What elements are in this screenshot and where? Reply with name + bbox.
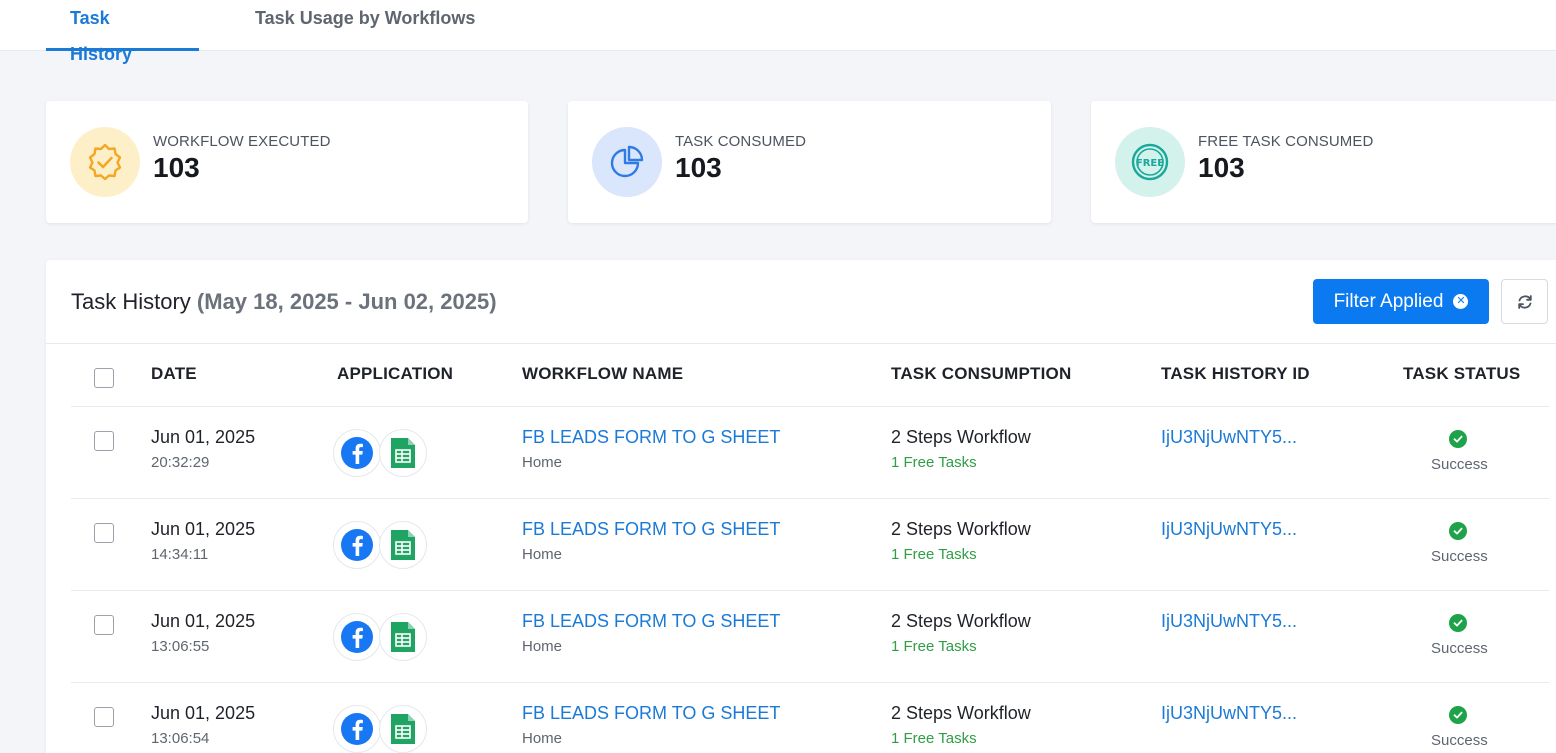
row-date: Jun 01, 2025 <box>151 519 256 539</box>
header-divider <box>46 343 1556 344</box>
google-sheets-icon <box>379 613 427 661</box>
facebook-icon <box>333 613 381 661</box>
workflow-folder: Home <box>522 546 563 563</box>
filter-label: Filter Applied <box>1333 290 1444 312</box>
panel-title: Task History (May 18, 2025 - Jun 02, 202… <box>71 289 497 315</box>
column-header-task-consumption: TASK CONSUMPTION <box>891 364 1072 383</box>
refresh-button[interactable] <box>1501 279 1548 324</box>
row-date: Jun 01, 2025 <box>151 703 256 723</box>
row-time: 13:06:55 <box>151 638 210 655</box>
row-date: Jun 01, 2025 <box>151 611 256 631</box>
workflow-folder: Home <box>522 730 563 747</box>
task-status: Success <box>1431 732 1488 749</box>
stat-value: 103 <box>1198 152 1245 183</box>
free-tasks-count: 1 Free Tasks <box>891 454 977 471</box>
tab-task-history[interactable]: Task History <box>46 0 199 64</box>
row-date: Jun 01, 2025 <box>151 427 256 447</box>
row-checkbox[interactable] <box>94 431 114 451</box>
row-divider <box>71 406 1549 407</box>
task-status: Success <box>1431 456 1488 473</box>
task-history-id-link[interactable]: IjU3NjUwNTY5... <box>1161 703 1297 724</box>
filter-applied-button[interactable]: Filter Applied ✕ <box>1313 279 1489 324</box>
stat-card-workflow-executed: WORKFLOW EXECUTED 103 <box>46 101 528 223</box>
refresh-icon <box>1517 294 1532 309</box>
tab-bar: Task History Task Usage by Workflows <box>0 0 1556 64</box>
column-header-task-status: TASK STATUS <box>1403 364 1521 383</box>
row-time: 14:34:11 <box>151 546 209 563</box>
stat-card-free-task-consumed: FREE FREE TASK CONSUMED 103 <box>1091 101 1556 223</box>
task-history-id-link[interactable]: IjU3NjUwNTY5... <box>1161 611 1297 632</box>
panel-title-text: Task History <box>71 289 191 314</box>
select-all-checkbox[interactable] <box>94 368 114 388</box>
success-check-icon <box>1449 430 1467 448</box>
workflow-name-link[interactable]: FB LEADS FORM TO G SHEET <box>522 427 780 448</box>
workflow-name-link[interactable]: FB LEADS FORM TO G SHEET <box>522 519 780 540</box>
success-check-icon <box>1449 614 1467 632</box>
facebook-icon <box>333 429 381 477</box>
task-history-panel: Task History (May 18, 2025 - Jun 02, 202… <box>46 260 1556 753</box>
free-tasks-count: 1 Free Tasks <box>891 638 977 655</box>
row-time: 13:06:54 <box>151 730 210 747</box>
row-divider <box>71 590 1549 591</box>
task-status: Success <box>1431 640 1488 657</box>
stat-label: FREE TASK CONSUMED <box>1198 133 1374 150</box>
google-sheets-icon <box>379 705 427 753</box>
row-time: 20:32:29 <box>151 454 210 471</box>
stat-label: TASK CONSUMED <box>675 133 807 150</box>
task-history-id-link[interactable]: IjU3NjUwNTY5... <box>1161 519 1297 540</box>
success-check-icon <box>1449 522 1467 540</box>
workflow-name-link[interactable]: FB LEADS FORM TO G SHEET <box>522 611 780 632</box>
free-tasks-count: 1 Free Tasks <box>891 546 977 563</box>
stat-value: 103 <box>675 152 722 183</box>
date-range: (May 18, 2025 - Jun 02, 2025) <box>196 289 497 314</box>
badge-check-icon <box>70 127 140 197</box>
free-icon: FREE <box>1115 127 1185 197</box>
tab-task-usage-by-workflows[interactable]: Task Usage by Workflows <box>231 0 499 51</box>
task-consumption: 2 Steps Workflow <box>891 519 1031 539</box>
task-consumption: 2 Steps Workflow <box>891 703 1031 723</box>
svg-text:FREE: FREE <box>1136 158 1164 169</box>
row-divider <box>71 682 1549 683</box>
facebook-icon <box>333 705 381 753</box>
stat-card-task-consumed: TASK CONSUMED 103 <box>568 101 1051 223</box>
task-consumption: 2 Steps Workflow <box>891 611 1031 631</box>
row-checkbox[interactable] <box>94 707 114 727</box>
google-sheets-icon <box>379 429 427 477</box>
column-header-date: DATE <box>151 364 197 383</box>
pie-chart-icon <box>592 127 662 197</box>
column-header-workflow-name: WORKFLOW NAME <box>522 364 684 383</box>
task-history-id-link[interactable]: IjU3NjUwNTY5... <box>1161 427 1297 448</box>
workflow-folder: Home <box>522 638 563 655</box>
stat-value: 103 <box>153 152 200 183</box>
column-header-application: APPLICATION <box>337 364 454 383</box>
task-status: Success <box>1431 548 1488 565</box>
row-checkbox[interactable] <box>94 615 114 635</box>
facebook-icon <box>333 521 381 569</box>
google-sheets-icon <box>379 521 427 569</box>
clear-filter-icon[interactable]: ✕ <box>1453 294 1469 309</box>
row-checkbox[interactable] <box>94 523 114 543</box>
column-header-task-history-id: TASK HISTORY ID <box>1161 364 1310 383</box>
task-consumption: 2 Steps Workflow <box>891 427 1031 447</box>
row-divider <box>71 498 1549 499</box>
success-check-icon <box>1449 706 1467 724</box>
free-tasks-count: 1 Free Tasks <box>891 730 977 747</box>
stat-label: WORKFLOW EXECUTED <box>153 133 331 150</box>
workflow-folder: Home <box>522 454 563 471</box>
workflow-name-link[interactable]: FB LEADS FORM TO G SHEET <box>522 703 780 724</box>
